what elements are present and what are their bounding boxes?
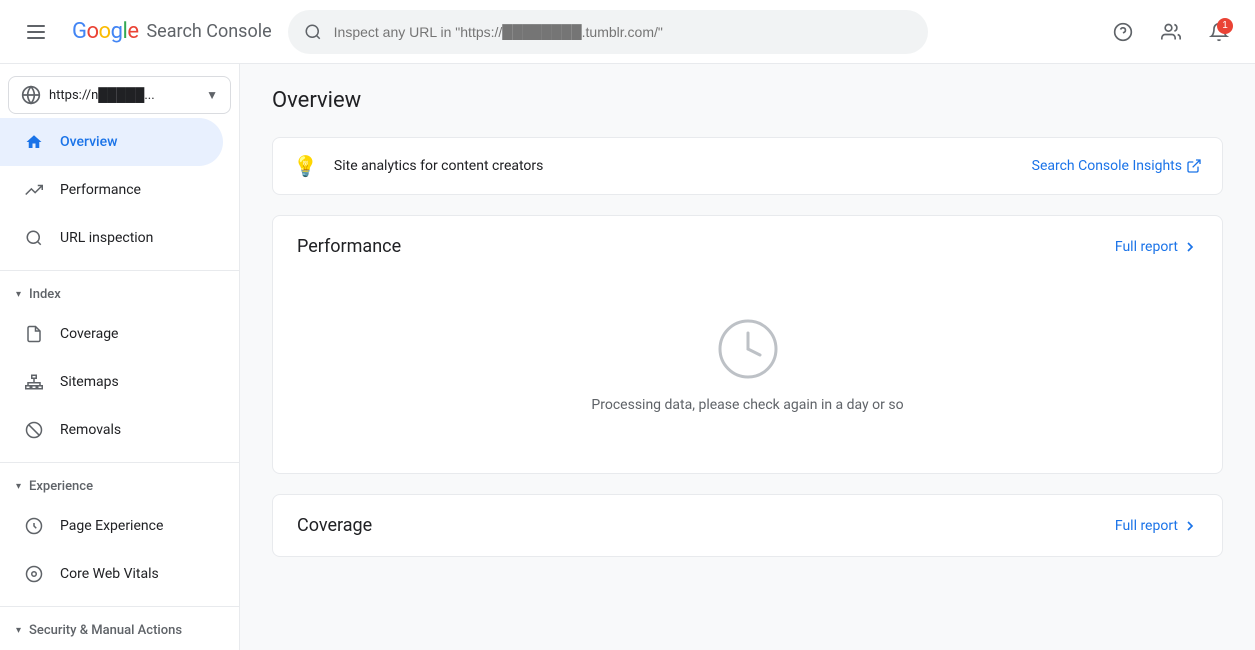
sidebar-item-performance-label: Performance xyxy=(60,182,141,198)
search-icon xyxy=(304,23,322,41)
google-logo: Google xyxy=(72,19,138,44)
help-icon xyxy=(1113,22,1133,42)
notifications-button[interactable]: 1 xyxy=(1199,12,1239,52)
search-console-insights-link[interactable]: Search Console Insights xyxy=(1032,158,1202,174)
people-icon xyxy=(1161,22,1181,42)
processing-text: Processing data, please check again in a… xyxy=(591,397,903,413)
chevron-icon: ▾ xyxy=(16,289,21,300)
external-link-icon xyxy=(1186,158,1202,174)
performance-card: Performance Full report Processing data,… xyxy=(272,215,1223,474)
chevron-right-icon xyxy=(1182,239,1198,255)
sidebar-item-performance[interactable]: Performance xyxy=(0,166,223,214)
menu-button[interactable] xyxy=(16,12,56,52)
sidebar: https://n█████... ▼ Overview Performance xyxy=(0,64,240,650)
sidebar-divider-1 xyxy=(0,270,239,271)
sidebar-item-overview-label: Overview xyxy=(60,134,117,150)
performance-full-report-link[interactable]: Full report xyxy=(1115,239,1198,255)
sidebar-item-coverage-label: Coverage xyxy=(60,326,118,342)
sidebar-item-url-inspection-label: URL inspection xyxy=(60,230,153,246)
home-icon xyxy=(24,132,44,152)
search-icon xyxy=(24,228,44,248)
sidebar-item-url-inspection[interactable]: URL inspection xyxy=(0,214,223,262)
insights-text: Site analytics for content creators xyxy=(334,158,1016,174)
sidebar-item-removals-label: Removals xyxy=(60,422,121,438)
sidebar-item-manual-actions[interactable]: Manual actions xyxy=(0,646,223,650)
sidebar-item-page-experience[interactable]: Page Experience xyxy=(0,502,223,550)
sidebar-item-sitemaps[interactable]: Sitemaps xyxy=(0,358,223,406)
people-button[interactable] xyxy=(1151,12,1191,52)
sidebar-item-core-web-vitals-label: Core Web Vitals xyxy=(60,566,159,582)
coverage-card: Coverage Full report xyxy=(272,494,1223,557)
security-section-label: Security & Manual Actions xyxy=(29,623,182,638)
performance-card-header: Performance Full report xyxy=(273,216,1222,273)
coverage-full-report-link[interactable]: Full report xyxy=(1115,518,1198,534)
insights-banner: 💡 Site analytics for content creators Se… xyxy=(272,137,1223,195)
sidebar-item-coverage[interactable]: Coverage xyxy=(0,310,223,358)
experience-section-label: Experience xyxy=(29,479,93,494)
page-experience-icon xyxy=(24,516,44,536)
header: Google Search Console xyxy=(0,0,1255,64)
chevron-down-icon: ▼ xyxy=(206,88,218,102)
chevron-right-icon xyxy=(1182,518,1198,534)
main-content: Overview 💡 Site analytics for content cr… xyxy=(240,64,1255,650)
clock-icon xyxy=(716,317,780,381)
index-section-header[interactable]: ▾ Index xyxy=(0,279,239,310)
sidebar-divider-3 xyxy=(0,606,239,607)
globe-icon xyxy=(21,85,41,105)
performance-card-title: Performance xyxy=(297,236,401,257)
logo: Google Search Console xyxy=(72,19,272,44)
sidebar-item-core-web-vitals[interactable]: Core Web Vitals xyxy=(0,550,223,598)
chevron-icon: ▾ xyxy=(16,481,21,492)
core-web-vitals-icon xyxy=(24,564,44,584)
sidebar-item-page-experience-label: Page Experience xyxy=(60,518,163,534)
lightbulb-icon: 💡 xyxy=(293,154,318,178)
experience-section-header[interactable]: ▾ Experience xyxy=(0,471,239,502)
sidebar-item-overview[interactable]: Overview xyxy=(0,118,223,166)
product-name: Search Console xyxy=(146,21,271,42)
security-section-header[interactable]: ▾ Security & Manual Actions xyxy=(0,615,239,646)
sitemap-icon xyxy=(24,372,44,392)
url-input[interactable] xyxy=(334,24,912,40)
coverage-link-text: Full report xyxy=(1115,518,1178,534)
page-title: Overview xyxy=(272,88,1223,113)
body-area: https://n█████... ▼ Overview Performance xyxy=(0,64,1255,650)
header-actions: 1 xyxy=(1103,12,1239,52)
removals-icon xyxy=(24,420,44,440)
performance-card-body: Processing data, please check again in a… xyxy=(273,273,1222,473)
index-section-label: Index xyxy=(29,287,61,302)
coverage-icon xyxy=(24,324,44,344)
sidebar-item-sitemaps-label: Sitemaps xyxy=(60,374,119,390)
notification-badge: 1 xyxy=(1217,18,1233,34)
performance-link-text: Full report xyxy=(1115,239,1178,255)
trending-up-icon xyxy=(24,180,44,200)
property-selector[interactable]: https://n█████... ▼ xyxy=(8,76,231,114)
property-url: https://n█████... xyxy=(49,87,198,103)
coverage-card-header: Coverage Full report xyxy=(273,495,1222,556)
coverage-card-title: Coverage xyxy=(297,515,372,536)
chevron-icon: ▾ xyxy=(16,625,21,636)
url-search-bar[interactable] xyxy=(288,10,928,54)
sidebar-divider-2 xyxy=(0,462,239,463)
insights-link-text: Search Console Insights xyxy=(1032,158,1182,174)
help-button[interactable] xyxy=(1103,12,1143,52)
sidebar-item-removals[interactable]: Removals xyxy=(0,406,223,454)
